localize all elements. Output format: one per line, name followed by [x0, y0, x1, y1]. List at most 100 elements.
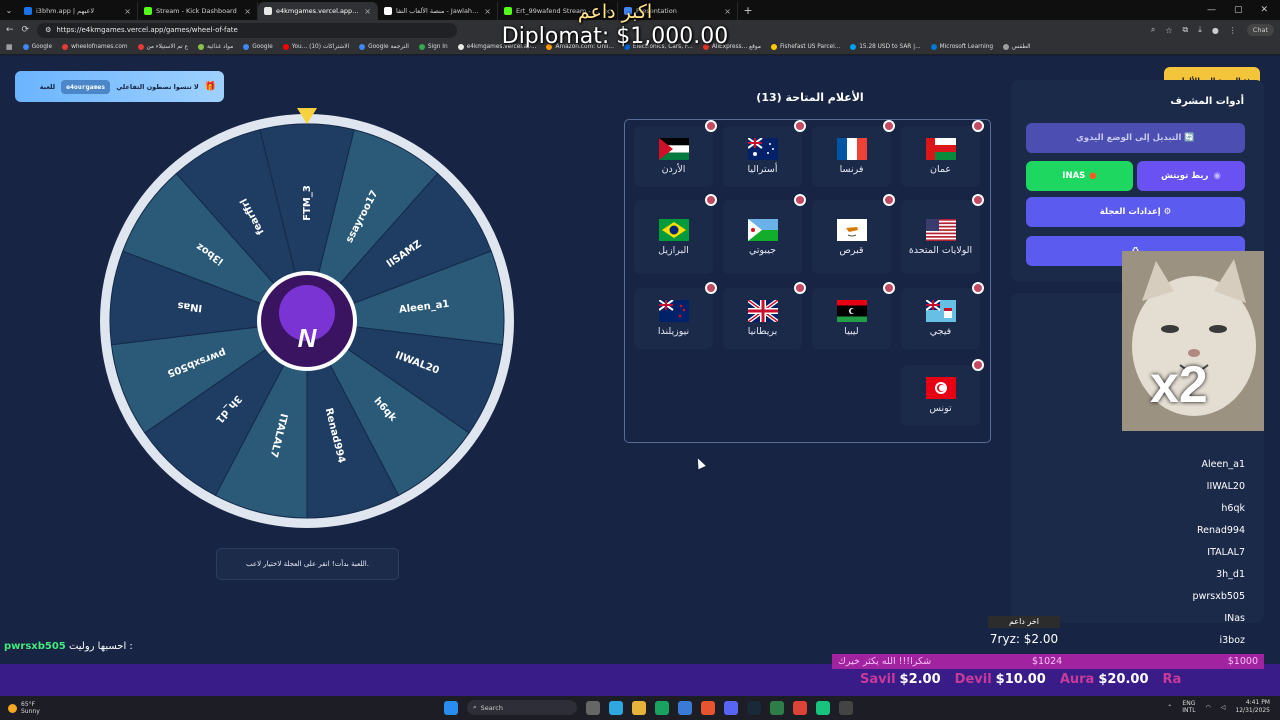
promo-code[interactable]: e4ourgames [61, 79, 111, 94]
browser-tab[interactable]: e4kmgames.vercel.app/games/wh × [258, 2, 378, 20]
twitch-link-button[interactable]: ربط تويتش ◉ [1137, 161, 1245, 191]
maximize-icon[interactable]: ▢ [1234, 5, 1243, 15]
chrome-icon[interactable] [793, 700, 807, 715]
bookmark-item[interactable]: 15.28 USD to SAR |... [845, 44, 925, 50]
volume-icon[interactable]: ◁ [1221, 704, 1226, 711]
file-explorer-icon[interactable] [632, 700, 646, 715]
flag-card[interactable]: جيبوتي [723, 194, 806, 274]
minimize-icon[interactable]: — [1207, 5, 1216, 15]
remove-flag-button[interactable] [883, 282, 895, 294]
tab-list-icon[interactable]: ⌄ [0, 6, 18, 15]
profile-avatar-icon[interactable]: ● [1212, 26, 1219, 35]
bookmark-item[interactable]: الطقس [998, 44, 1035, 50]
clock[interactable]: 4:41 PM 12/31/2025 [1235, 699, 1270, 715]
bookmark-item[interactable]: Google الترجمة [354, 44, 414, 50]
reload-icon[interactable]: ⟳ [22, 25, 30, 35]
flag-card[interactable]: أستراليا [723, 120, 806, 187]
wheel-svg[interactable]: FTM_3 ssayroo17lISAMZAleen_a1IIWAL20h6qkR… [94, 108, 520, 534]
flag-card[interactable]: ليبيا [812, 282, 895, 349]
player-list-item[interactable]: 3h_d1 [1026, 563, 1249, 585]
twitch-link-label: ربط تويتش [1161, 171, 1209, 181]
wifi-icon[interactable]: ◠ [1206, 704, 1211, 711]
app-icon[interactable] [770, 700, 784, 715]
windows-start-icon[interactable] [444, 700, 458, 715]
close-window-icon[interactable]: ✕ [1260, 5, 1268, 15]
flag-card[interactable]: الولايات المتحدة [901, 194, 984, 274]
player-list-item[interactable]: Renad994 [1026, 519, 1249, 541]
downloads-icon[interactable]: ⤓ [1198, 25, 1202, 35]
manual-mode-button[interactable]: التبديل إلى الوضع اليدوي 🔄 [1026, 123, 1245, 153]
brave-icon[interactable] [701, 700, 715, 715]
remove-flag-button[interactable] [883, 194, 895, 206]
wheel-of-fate[interactable]: FTM_3 ssayroo17 lISAMZ Aleen_a1 IIWAL20 h6qk R… [94, 108, 520, 534]
bookmark-item[interactable]: You... (10) الاشتراكات [278, 44, 354, 50]
extensions-icon[interactable]: ⧉ [1183, 25, 1189, 35]
tray-chevron-icon[interactable]: ⌃ [1167, 704, 1172, 711]
bookmark-item[interactable]: Microsoft Learning [926, 44, 998, 50]
remove-flag-button[interactable] [972, 359, 984, 371]
remove-flag-button[interactable] [972, 282, 984, 294]
language-indicator[interactable]: ENG INTL [1182, 700, 1195, 714]
edge-icon[interactable] [655, 700, 669, 715]
steam-icon[interactable] [747, 700, 761, 715]
flag-card[interactable]: بريطانيا [723, 282, 806, 349]
flag-card[interactable]: الأردن [634, 120, 717, 187]
wheel-settings-button[interactable]: إعدادات العجلة ⚙ [1026, 197, 1245, 227]
star-icon[interactable]: ☆ [1165, 26, 1172, 35]
apps-grid-icon[interactable]: ▦ [6, 43, 18, 51]
close-tab-icon[interactable]: × [124, 7, 131, 16]
player-list-item[interactable]: Aleen_a1 [1026, 453, 1249, 475]
bookmark-item[interactable]: مواد غذائية [193, 44, 238, 50]
goal-target: $1000 [1227, 656, 1258, 667]
close-tab-icon[interactable]: × [484, 7, 491, 16]
browser-tab[interactable]: Stream - Kick Dashboard × [138, 2, 258, 20]
promo-banner[interactable]: للعبة e4ourgames لا تنسوا تصطون التفاعلي… [15, 71, 224, 102]
remove-flag-button[interactable] [705, 194, 717, 206]
new-tab-button[interactable]: + [738, 4, 758, 17]
bookmark-item[interactable]: wheelofnames.com [57, 44, 132, 50]
flag-card[interactable]: فيجي [901, 282, 984, 349]
remove-flag-button[interactable] [705, 282, 717, 294]
close-tab-icon[interactable]: × [364, 7, 371, 16]
remove-flag-button[interactable] [705, 120, 717, 132]
discord-icon[interactable] [724, 700, 738, 715]
remove-flag-button[interactable] [972, 120, 984, 132]
remove-flag-button[interactable] [794, 282, 806, 294]
flag-card[interactable]: قبرص [812, 194, 895, 274]
url-field[interactable]: ⚙ https://e4kmgames.vercel.app/games/whe… [37, 22, 458, 38]
back-arrow-icon[interactable]: ← [6, 25, 14, 35]
copilot-icon[interactable] [609, 700, 623, 715]
player-list-item[interactable]: pwrsxb505 [1026, 585, 1249, 607]
taskbar-search[interactable]: ⌕ Search [467, 700, 577, 715]
bookmark-item[interactable]: Google [238, 44, 277, 50]
flag-card[interactable]: نيوزيلندا [634, 282, 717, 349]
player-list-item[interactable]: IIWAL20 [1026, 475, 1249, 497]
bookmark-item[interactable]: Fishefast US Parcel... [766, 44, 845, 50]
bookmark-item[interactable]: ع تم الاستيلاء من [133, 44, 193, 50]
inas-button[interactable]: INAS ● [1026, 161, 1133, 191]
menu-dots-icon[interactable]: ⋮ [1229, 26, 1237, 35]
obs-icon[interactable] [816, 700, 830, 715]
flag-card[interactable]: البرازيل [634, 194, 717, 274]
remove-flag-button[interactable] [794, 120, 806, 132]
flag-card[interactable]: عمان [901, 120, 984, 187]
store-icon[interactable] [678, 700, 692, 715]
remove-flag-button[interactable] [794, 194, 806, 206]
close-tab-icon[interactable]: × [244, 7, 251, 16]
browser-tab[interactable]: i3bhm.app | لاعبهم × [18, 2, 138, 20]
flag-card[interactable]: تونس [901, 359, 984, 426]
zoom-icon[interactable]: ⌕ [1151, 25, 1155, 35]
bookmark-item[interactable]: Sign In [414, 44, 453, 50]
remove-flag-button[interactable] [883, 120, 895, 132]
browser-tab[interactable]: منصة الألعاب التفا - Jawlah | جولة × [378, 2, 498, 20]
weather-widget[interactable]: 65°F Sunny [0, 701, 120, 715]
remove-flag-button[interactable] [972, 194, 984, 206]
bookmark-item[interactable]: Google [18, 44, 57, 50]
site-info-icon[interactable]: ⚙ [45, 26, 51, 34]
player-list-item[interactable]: h6qk [1026, 497, 1249, 519]
player-list-item[interactable]: ITALAL7 [1026, 541, 1249, 563]
task-view-icon[interactable] [586, 700, 600, 715]
chat-button[interactable]: Chat [1246, 24, 1274, 36]
extra-app-icon[interactable] [839, 700, 853, 715]
flag-card[interactable]: فرنسا [812, 120, 895, 187]
